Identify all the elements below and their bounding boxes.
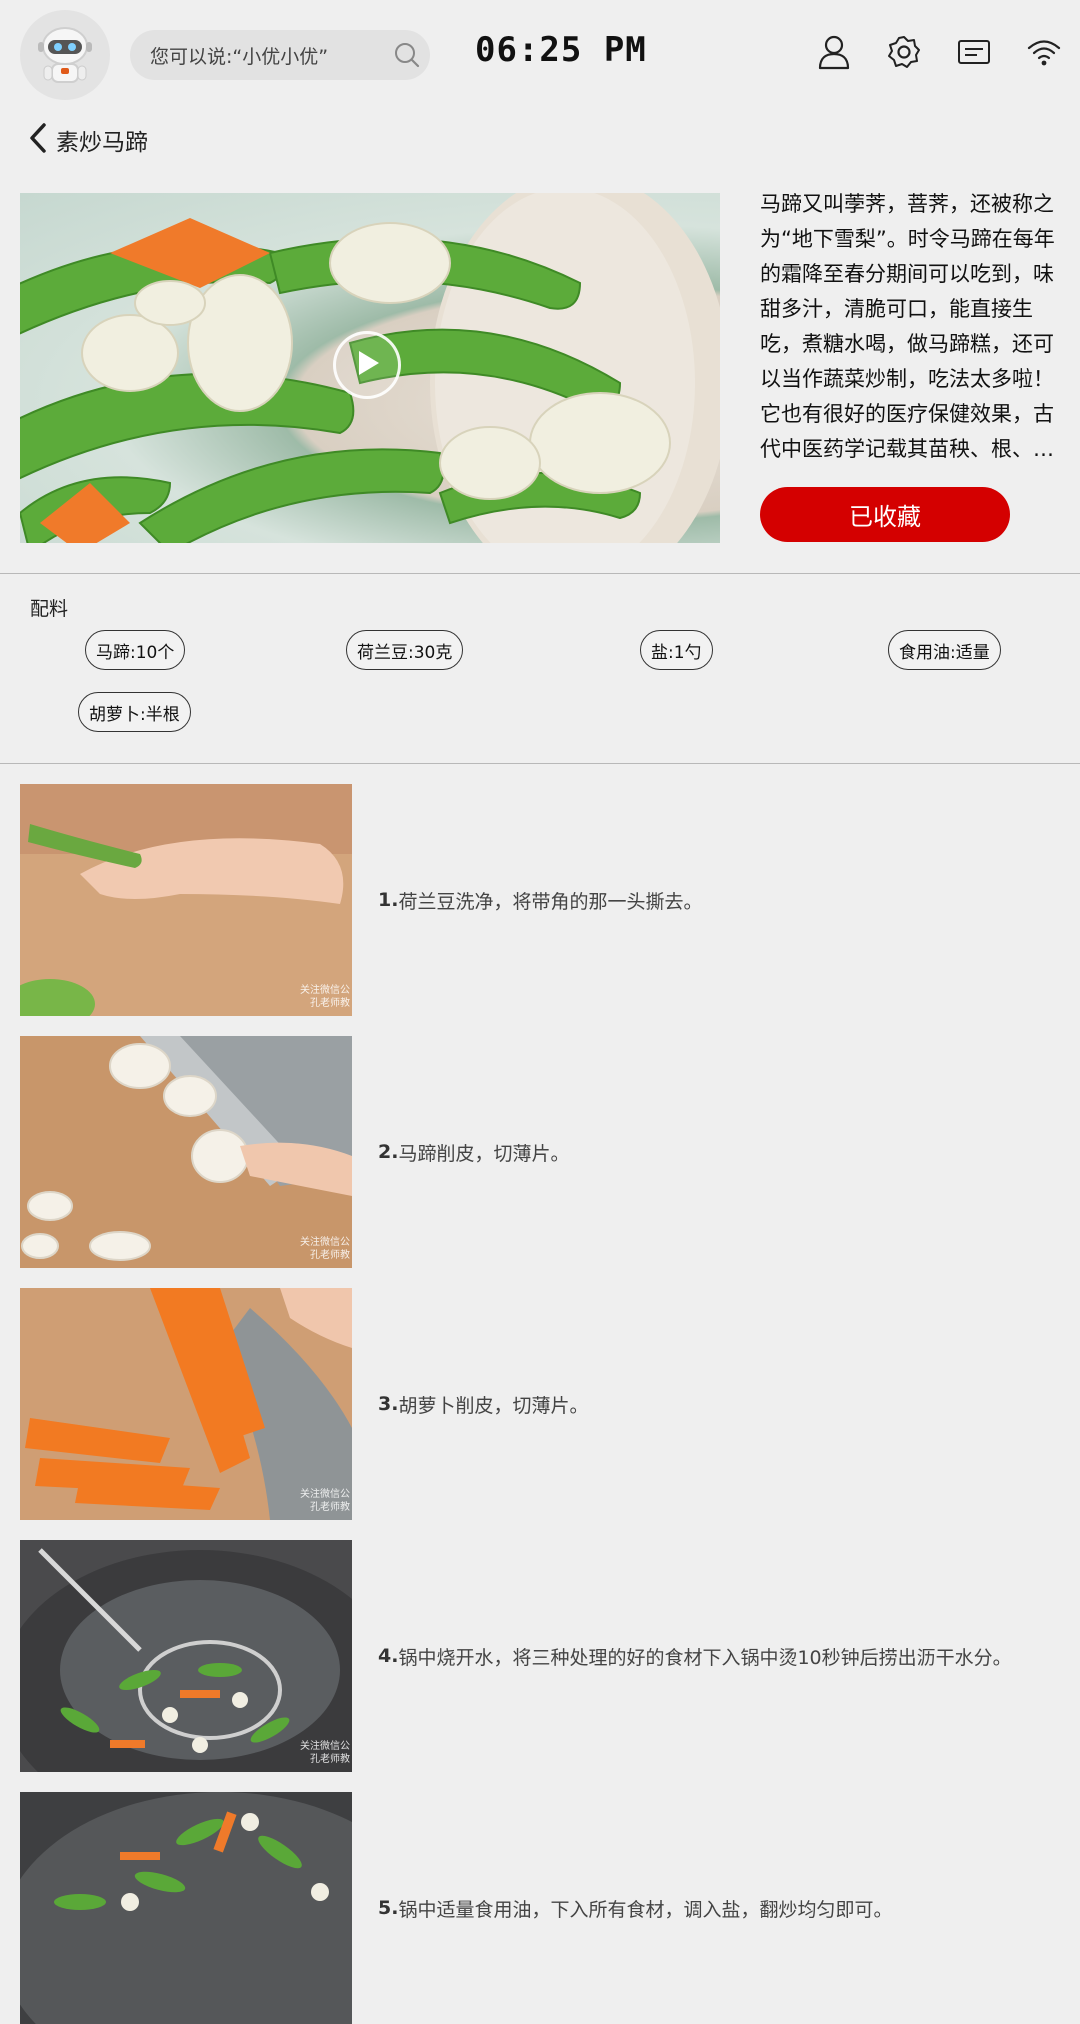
page-title: 素炒马蹄 [56,130,148,156]
voice-search-bar[interactable]: 您可以说:“小优小优” [130,30,430,80]
ingredient-chip: 食用油:适量 [888,630,1001,670]
step-description: 荷兰豆洗净，将带角的那一头撕去。 [398,890,703,913]
image-watermark: 关注微信公 孔老师教 [300,985,350,1009]
step-text: 4. 锅中烧开水，将三种处理的好的食材下入锅中烫10秒钟后捞出沥干水分。 [378,1540,1012,1772]
step-item: 5. 锅中适量食用油，下入所有食材，调入盐，翻炒均匀即可。 [0,1792,1080,2024]
image-watermark: 关注微信公 孔老师教 [300,1489,350,1513]
ingredient-chip: 马蹄:10个 [85,630,186,670]
step-description: 锅中适量食用油，下入所有食材，调入盐，翻炒均匀即可。 [398,1898,893,1921]
step-text: 3. 胡萝卜削皮，切薄片。 [378,1288,588,1520]
step-description: 胡萝卜削皮，切薄片。 [398,1394,589,1417]
top-icons [816,34,1062,70]
recipe-description: 马蹄又叫荸荠，菩荠，还被称之为“地下雪梨”。时令马蹄在每年的霜降至春分期间可以吃… [760,192,1055,461]
robot-avatar-icon[interactable] [20,10,110,100]
step-text: 1. 荷兰豆洗净，将带角的那一头撕去。 [378,784,702,1016]
divider [0,573,1080,574]
image-watermark: 关注微信公 孔老师教 [300,1741,350,1765]
step-item: 关注微信公 孔老师教 1. 荷兰豆洗净，将带角的那一头撕去。 [0,784,1080,1016]
step-item: 关注微信公 孔老师教 4. 锅中烧开水，将三种处理的好的食材下入锅中烫10秒钟后捞… [0,1540,1080,1772]
card-icon[interactable] [956,34,992,70]
step-number: 5. [378,1897,399,1919]
step-image: 关注微信公 孔老师教 [20,784,352,1016]
step-image: 关注微信公 孔老师教 [20,1288,352,1520]
step-number: 3. [378,1393,399,1415]
user-icon[interactable] [816,34,852,70]
back-button[interactable]: 素炒马蹄 [28,120,148,160]
ingredients-title: 配料 [30,598,69,620]
play-button[interactable] [333,331,401,399]
ingredient-chip: 荷兰豆:30克 [346,630,464,670]
chevron-left-icon [28,122,48,158]
top-bar: 您可以说:“小优小优” 06:25 PM [0,0,1080,112]
step-image [20,1792,352,2024]
step-description: 马蹄削皮，切薄片。 [398,1142,570,1165]
step-text: 5. 锅中适量食用油，下入所有食材，调入盐，翻炒均匀即可。 [378,1792,892,2024]
step-image: 关注微信公 孔老师教 [20,1540,352,1772]
play-icon [353,348,381,382]
favorite-button[interactable]: 已收藏 [760,487,1010,542]
step-description: 锅中烧开水，将三种处理的好的食材下入锅中烫10秒钟后捞出沥干水分。 [398,1646,1012,1669]
gear-icon[interactable] [886,34,922,70]
recipe-video[interactable] [20,193,720,543]
step-number: 4. [378,1645,399,1667]
step-item: 关注微信公 孔老师教 2. 马蹄削皮，切薄片。 [0,1036,1080,1268]
divider [0,763,1080,764]
step-image: 关注微信公 孔老师教 [20,1036,352,1268]
search-placeholder: 您可以说:“小优小优” [150,45,329,68]
step-item: 关注微信公 孔老师教 3. 胡萝卜削皮，切薄片。 [0,1288,1080,1520]
clock: 06:25 PM [475,30,647,70]
image-watermark: 关注微信公 孔老师教 [300,1237,350,1261]
step-number: 2. [378,1141,399,1163]
step-number: 1. [378,889,399,911]
step-text: 2. 马蹄削皮，切薄片。 [378,1036,569,1268]
wifi-icon [1026,34,1062,70]
ingredient-chip: 胡萝卜:半根 [78,692,191,732]
ingredient-chip: 盐:1勺 [640,630,713,670]
search-icon[interactable] [384,41,430,69]
